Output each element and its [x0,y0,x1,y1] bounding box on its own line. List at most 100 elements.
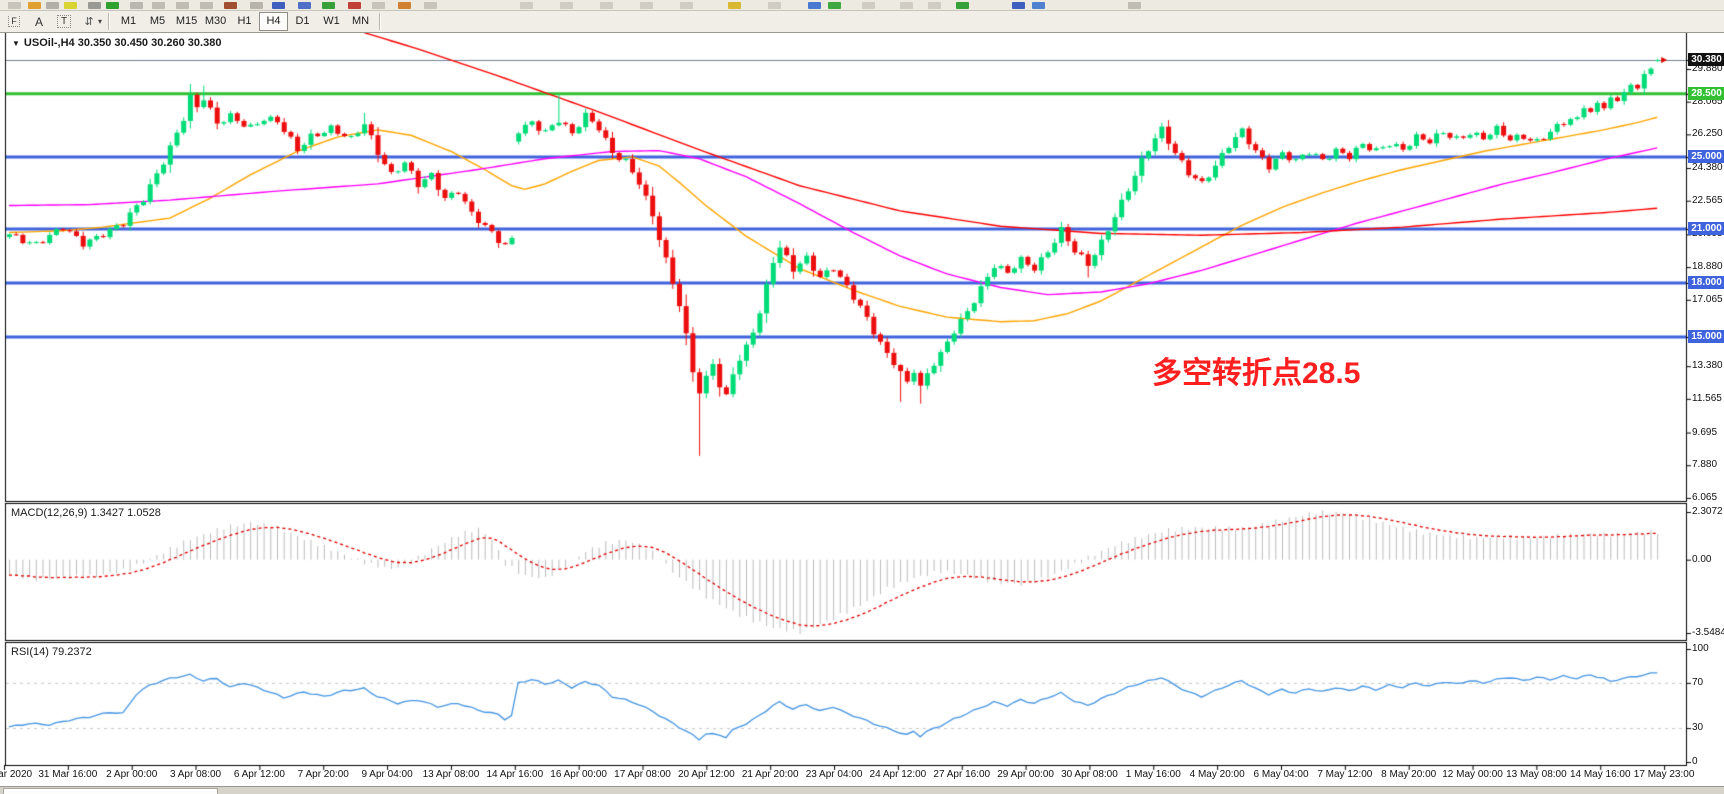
toolbar-icon-fragment[interactable] [372,2,385,9]
toolbar-icon-fragment[interactable] [928,2,941,9]
price-tick: 24.380 [1692,162,1723,173]
time-label: 31 Mar 16:00 [38,769,97,780]
toolbar-icon-fragment[interactable] [728,2,741,9]
toolbar-separator [108,13,110,30]
time-label: 29 Apr 00:00 [997,769,1054,780]
price-badge: 30.380 [1688,53,1724,66]
timeframe-button-H1[interactable]: H1 [230,12,259,31]
price-tick: 6.065 [1692,492,1717,503]
toolbar-icon-fragment[interactable] [250,2,263,9]
toolbar-icon-fragment[interactable] [862,2,875,9]
toolbar-icon-fragment[interactable] [272,2,285,9]
toolbar-icon-fragment[interactable] [398,2,411,9]
time-label: 30 Mar 2020 [0,769,32,780]
time-label: 21 Apr 20:00 [742,769,799,780]
toolbar-icon-fragment[interactable] [560,2,573,9]
price-tick: 11.565 [1692,393,1722,404]
rsi-axis-tick: 0 [1692,756,1698,767]
time-label: 9 Apr 04:00 [362,769,413,780]
timeframe-button-M5[interactable]: M5 [143,12,172,31]
toolbar-icon-fragment[interactable] [176,2,189,9]
chevron-down-icon[interactable]: ▼ [12,39,20,48]
price-tick: 17.065 [1692,294,1723,305]
toolbar-icon-fragment[interactable] [130,2,143,9]
toolbar-icon-fragment[interactable] [900,2,913,9]
toolbar-icon-fragment[interactable] [64,2,77,9]
toolbar-icon-fragment[interactable] [640,2,653,9]
price-badge: 25.000 [1688,150,1724,163]
toolbar-icon-fragment[interactable] [808,2,821,9]
mt4-terminal: F A T ⇵ ▾ M1M5M15M30H1H4D1W1MN ▼USOil-,H… [0,0,1724,794]
time-label: 30 Apr 08:00 [1061,769,1118,780]
time-label: 20 Apr 12:00 [678,769,735,780]
toolbar: F A T ⇵ ▾ M1M5M15M30H1H4D1W1MN [0,11,1724,33]
timeframe-button-M1[interactable]: M1 [114,12,143,31]
arrow-styles-icon[interactable]: ⇵ [78,13,100,30]
text-box-icon[interactable]: T [53,13,75,30]
time-label: 12 May 00:00 [1442,769,1503,780]
toolbar-icon-fragment[interactable] [106,2,119,9]
timeframe-button-D1[interactable]: D1 [288,12,317,31]
toolbar-icon-fragment[interactable] [348,2,361,9]
toolbar-icon-fragment[interactable] [424,2,437,9]
timeframe-button-H4[interactable]: H4 [259,12,288,31]
toolbar-icon-fragment[interactable] [298,2,311,9]
rsi-indicator-label: RSI(14) 79.2372 [11,646,92,658]
time-label: 13 Apr 08:00 [423,769,480,780]
toolbar-icon-fragment[interactable] [88,2,101,9]
price-badge: 18.000 [1688,276,1724,289]
price-badge: 15.000 [1688,330,1724,343]
status-profile-box [3,788,218,794]
time-label: 13 May 08:00 [1506,769,1567,780]
rsi-axis-tick: 30 [1692,722,1703,733]
toolbar-icon-fragment[interactable] [1128,2,1141,9]
toolbar-icon-fragment[interactable] [28,2,41,9]
toolbar-icon-fragment[interactable] [8,2,21,9]
time-label: 2 Apr 00:00 [106,769,157,780]
time-label: 1 May 16:00 [1126,769,1181,780]
toolbar-icon-fragment[interactable] [600,2,613,9]
time-label: 24 Apr 12:00 [870,769,927,780]
text-label-icon[interactable]: A [28,13,50,30]
time-label: 6 Apr 12:00 [234,769,285,780]
toolbar-icon-fragment[interactable] [828,2,841,9]
timeframe-button-group: M1M5M15M30H1H4D1W1MN [114,12,375,31]
toolbar-icon-fragment[interactable] [152,2,165,9]
toolbar-icon-fragment[interactable] [224,2,237,9]
toolbar-icon-fragment[interactable] [200,2,213,9]
timeframe-button-M15[interactable]: M15 [172,12,201,31]
toolbar-icon-fragment[interactable] [680,2,693,9]
macd-axis-tick: -3.5484 [1692,627,1724,638]
price-tick: 26.250 [1692,128,1723,139]
toolbar-icon-fragment[interactable] [1032,2,1045,9]
timeframe-button-W1[interactable]: W1 [317,12,346,31]
price-badge: 28.500 [1688,87,1724,100]
time-label: 14 Apr 16:00 [486,769,543,780]
price-tick: 7.880 [1692,459,1717,470]
time-label: 16 Apr 00:00 [550,769,607,780]
anchor-grid-icon[interactable]: F [3,13,25,30]
status-bar [0,786,1724,794]
toolbar-icon-fragment[interactable] [1012,2,1025,9]
rsi-axis-tick: 70 [1692,677,1703,688]
rsi-axis-tick: 100 [1692,643,1709,654]
macd-axis-tick: 0.00 [1692,554,1711,565]
timeframe-button-M30[interactable]: M30 [201,12,230,31]
chevron-down-icon[interactable]: ▾ [98,17,102,26]
top-toolbar-strip [0,0,1724,11]
time-label: 8 May 20:00 [1381,769,1436,780]
price-tick: 22.565 [1692,195,1723,206]
toolbar-icon-fragment[interactable] [46,2,59,9]
toolbar-icon-fragment[interactable] [956,2,969,9]
chart-canvas[interactable] [0,0,1724,794]
time-label: 7 May 12:00 [1317,769,1372,780]
toolbar-icon-fragment[interactable] [768,2,781,9]
time-label: 7 Apr 20:00 [298,769,349,780]
time-label: 23 Apr 04:00 [806,769,863,780]
macd-indicator-label: MACD(12,26,9) 1.3427 1.0528 [11,507,161,519]
time-label: 17 Apr 08:00 [614,769,671,780]
toolbar-icon-fragment[interactable] [520,2,533,9]
toolbar-icon-fragment[interactable] [322,2,335,9]
timeframe-button-MN[interactable]: MN [346,12,375,31]
time-label: 14 May 16:00 [1570,769,1631,780]
